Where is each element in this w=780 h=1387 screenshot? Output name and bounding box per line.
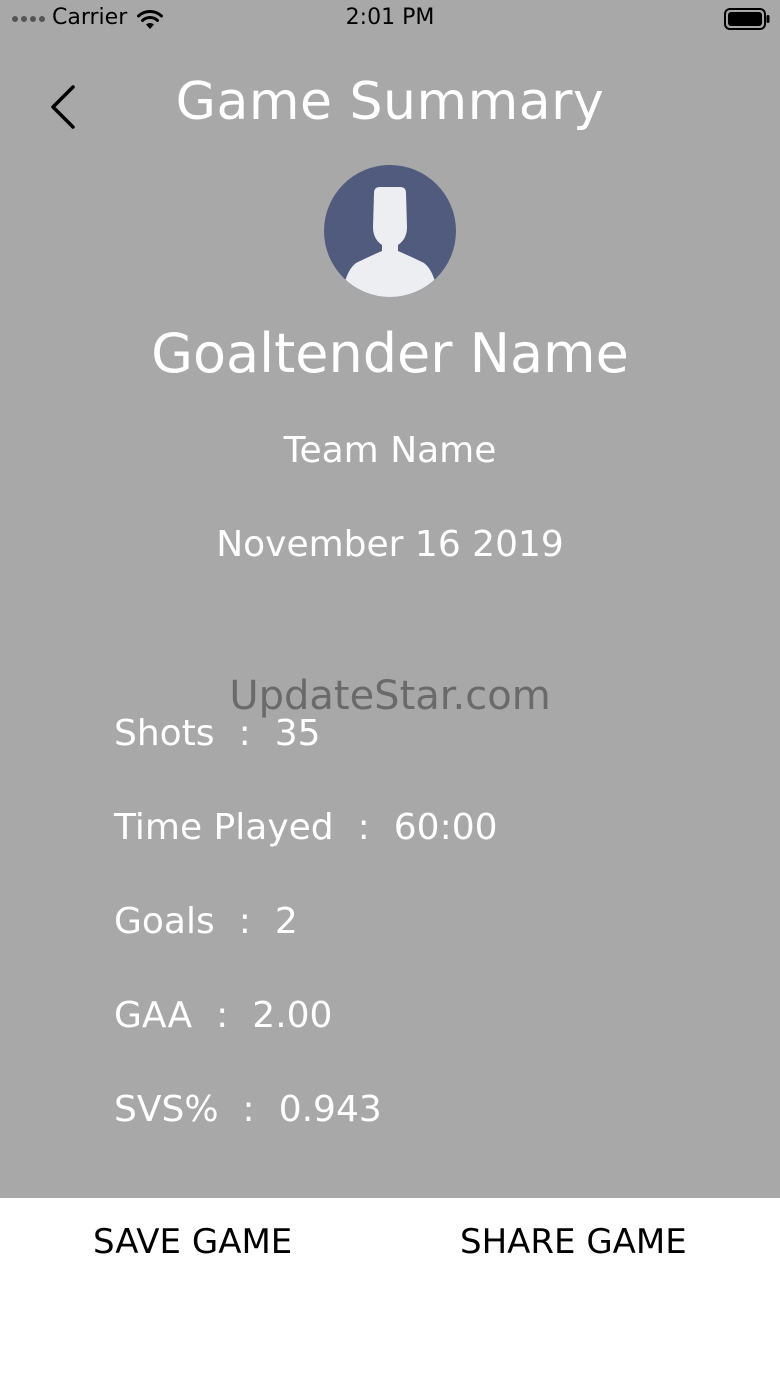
save-game-button[interactable]: SAVE GAME [93,1222,292,1262]
stat-label: Time Played [114,807,334,848]
stat-shots: Shots:35 [114,713,321,754]
stat-gaa: GAA:2.00 [114,995,333,1036]
game-summary-screen: Carrier 2:01 PM Game Summary Goaltender … [0,0,780,1387]
stat-label: Goals [114,901,215,942]
stat-time-played: Time Played:60:00 [114,807,498,848]
stat-value: 2.00 [252,995,333,1036]
status-time: 2:01 PM [345,5,435,30]
stat-svs-percent: SVS%:0.943 [114,1089,382,1130]
user-avatar-icon [324,165,456,297]
page-title: Game Summary [175,72,605,132]
stat-value: 60:00 [393,807,498,848]
stat-value: 35 [274,713,321,754]
stat-goals: Goals:2 [114,901,298,942]
status-bar: Carrier 2:01 PM [0,0,780,40]
stat-label: Shots [114,713,215,754]
battery-icon [724,8,770,30]
goaltender-name: Goaltender Name [151,322,629,385]
game-date: November 16 2019 [216,524,564,565]
stat-label: GAA [114,995,193,1036]
stat-label: SVS% [114,1089,219,1130]
stat-value: 0.943 [278,1089,382,1130]
team-name: Team Name [283,430,497,471]
share-game-button[interactable]: SHARE GAME [460,1222,687,1262]
stat-value: 2 [274,901,298,942]
